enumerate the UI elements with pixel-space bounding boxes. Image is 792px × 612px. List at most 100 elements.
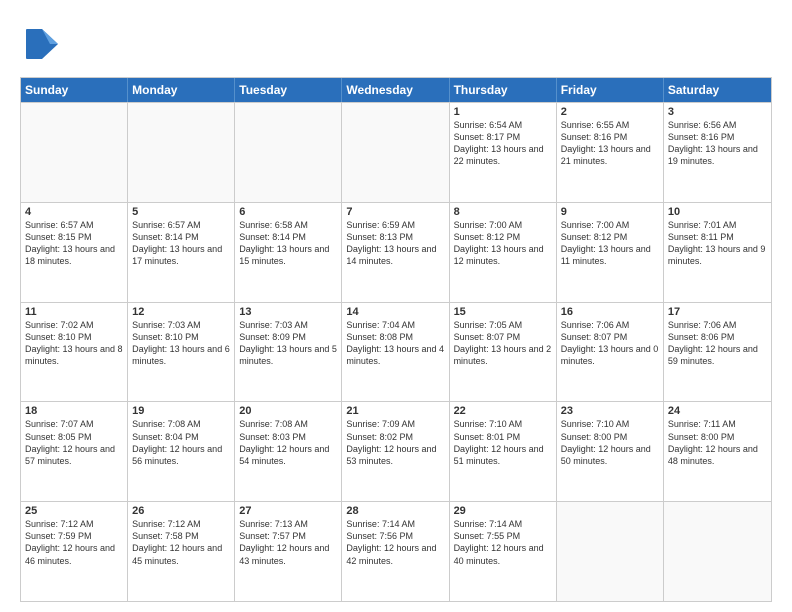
- cell-info: Sunrise: 6:54 AMSunset: 8:17 PMDaylight:…: [454, 119, 552, 168]
- day-cell-23: 23Sunrise: 7:10 AMSunset: 8:00 PMDayligh…: [557, 402, 664, 501]
- page: SundayMondayTuesdayWednesdayThursdayFrid…: [0, 0, 792, 612]
- cell-info: Sunrise: 6:57 AMSunset: 8:14 PMDaylight:…: [132, 219, 230, 268]
- cell-info: Sunrise: 6:56 AMSunset: 8:16 PMDaylight:…: [668, 119, 767, 168]
- day-header-monday: Monday: [128, 78, 235, 102]
- day-header-wednesday: Wednesday: [342, 78, 449, 102]
- logo: [20, 24, 62, 69]
- empty-cell: [664, 502, 771, 601]
- day-header-thursday: Thursday: [450, 78, 557, 102]
- cell-date-number: 8: [454, 206, 552, 218]
- day-cell-4: 4Sunrise: 6:57 AMSunset: 8:15 PMDaylight…: [21, 203, 128, 302]
- day-cell-1: 1Sunrise: 6:54 AMSunset: 8:17 PMDaylight…: [450, 103, 557, 202]
- day-cell-6: 6Sunrise: 6:58 AMSunset: 8:14 PMDaylight…: [235, 203, 342, 302]
- cell-date-number: 10: [668, 206, 767, 218]
- cell-date-number: 17: [668, 306, 767, 318]
- day-cell-27: 27Sunrise: 7:13 AMSunset: 7:57 PMDayligh…: [235, 502, 342, 601]
- cell-info: Sunrise: 7:05 AMSunset: 8:07 PMDaylight:…: [454, 319, 552, 368]
- cell-date-number: 1: [454, 106, 552, 118]
- header: [20, 20, 772, 69]
- day-cell-10: 10Sunrise: 7:01 AMSunset: 8:11 PMDayligh…: [664, 203, 771, 302]
- cell-info: Sunrise: 7:12 AMSunset: 7:59 PMDaylight:…: [25, 518, 123, 567]
- cell-info: Sunrise: 7:01 AMSunset: 8:11 PMDaylight:…: [668, 219, 767, 268]
- day-cell-21: 21Sunrise: 7:09 AMSunset: 8:02 PMDayligh…: [342, 402, 449, 501]
- day-cell-17: 17Sunrise: 7:06 AMSunset: 8:06 PMDayligh…: [664, 303, 771, 402]
- cell-date-number: 12: [132, 306, 230, 318]
- day-cell-11: 11Sunrise: 7:02 AMSunset: 8:10 PMDayligh…: [21, 303, 128, 402]
- empty-cell: [21, 103, 128, 202]
- cell-info: Sunrise: 7:06 AMSunset: 8:07 PMDaylight:…: [561, 319, 659, 368]
- day-cell-20: 20Sunrise: 7:08 AMSunset: 8:03 PMDayligh…: [235, 402, 342, 501]
- cell-info: Sunrise: 7:03 AMSunset: 8:09 PMDaylight:…: [239, 319, 337, 368]
- calendar-row-1: 4Sunrise: 6:57 AMSunset: 8:15 PMDaylight…: [21, 202, 771, 302]
- day-cell-29: 29Sunrise: 7:14 AMSunset: 7:55 PMDayligh…: [450, 502, 557, 601]
- cell-info: Sunrise: 7:10 AMSunset: 8:00 PMDaylight:…: [561, 418, 659, 467]
- cell-date-number: 29: [454, 505, 552, 517]
- cell-date-number: 5: [132, 206, 230, 218]
- cell-date-number: 28: [346, 505, 444, 517]
- cell-info: Sunrise: 6:55 AMSunset: 8:16 PMDaylight:…: [561, 119, 659, 168]
- cell-date-number: 27: [239, 505, 337, 517]
- day-cell-16: 16Sunrise: 7:06 AMSunset: 8:07 PMDayligh…: [557, 303, 664, 402]
- day-cell-8: 8Sunrise: 7:00 AMSunset: 8:12 PMDaylight…: [450, 203, 557, 302]
- cell-date-number: 11: [25, 306, 123, 318]
- cell-info: Sunrise: 6:57 AMSunset: 8:15 PMDaylight:…: [25, 219, 123, 268]
- cell-date-number: 16: [561, 306, 659, 318]
- day-cell-12: 12Sunrise: 7:03 AMSunset: 8:10 PMDayligh…: [128, 303, 235, 402]
- cell-date-number: 4: [25, 206, 123, 218]
- cell-date-number: 22: [454, 405, 552, 417]
- day-header-saturday: Saturday: [664, 78, 771, 102]
- logo-icon: [20, 24, 60, 64]
- cell-date-number: 6: [239, 206, 337, 218]
- cell-info: Sunrise: 7:08 AMSunset: 8:04 PMDaylight:…: [132, 418, 230, 467]
- cell-date-number: 15: [454, 306, 552, 318]
- empty-cell: [557, 502, 664, 601]
- cell-info: Sunrise: 7:03 AMSunset: 8:10 PMDaylight:…: [132, 319, 230, 368]
- cell-info: Sunrise: 7:13 AMSunset: 7:57 PMDaylight:…: [239, 518, 337, 567]
- calendar-row-2: 11Sunrise: 7:02 AMSunset: 8:10 PMDayligh…: [21, 302, 771, 402]
- cell-date-number: 13: [239, 306, 337, 318]
- day-cell-7: 7Sunrise: 6:59 AMSunset: 8:13 PMDaylight…: [342, 203, 449, 302]
- cell-info: Sunrise: 6:59 AMSunset: 8:13 PMDaylight:…: [346, 219, 444, 268]
- cell-date-number: 24: [668, 405, 767, 417]
- cell-info: Sunrise: 7:00 AMSunset: 8:12 PMDaylight:…: [454, 219, 552, 268]
- cell-info: Sunrise: 7:04 AMSunset: 8:08 PMDaylight:…: [346, 319, 444, 368]
- calendar: SundayMondayTuesdayWednesdayThursdayFrid…: [20, 77, 772, 602]
- day-cell-18: 18Sunrise: 7:07 AMSunset: 8:05 PMDayligh…: [21, 402, 128, 501]
- cell-date-number: 21: [346, 405, 444, 417]
- day-cell-5: 5Sunrise: 6:57 AMSunset: 8:14 PMDaylight…: [128, 203, 235, 302]
- cell-info: Sunrise: 7:12 AMSunset: 7:58 PMDaylight:…: [132, 518, 230, 567]
- cell-info: Sunrise: 7:07 AMSunset: 8:05 PMDaylight:…: [25, 418, 123, 467]
- cell-date-number: 26: [132, 505, 230, 517]
- day-cell-24: 24Sunrise: 7:11 AMSunset: 8:00 PMDayligh…: [664, 402, 771, 501]
- cell-info: Sunrise: 7:09 AMSunset: 8:02 PMDaylight:…: [346, 418, 444, 467]
- cell-info: Sunrise: 7:00 AMSunset: 8:12 PMDaylight:…: [561, 219, 659, 268]
- empty-cell: [128, 103, 235, 202]
- cell-date-number: 3: [668, 106, 767, 118]
- day-cell-25: 25Sunrise: 7:12 AMSunset: 7:59 PMDayligh…: [21, 502, 128, 601]
- cell-info: Sunrise: 7:06 AMSunset: 8:06 PMDaylight:…: [668, 319, 767, 368]
- day-cell-14: 14Sunrise: 7:04 AMSunset: 8:08 PMDayligh…: [342, 303, 449, 402]
- cell-info: Sunrise: 6:58 AMSunset: 8:14 PMDaylight:…: [239, 219, 337, 268]
- calendar-row-3: 18Sunrise: 7:07 AMSunset: 8:05 PMDayligh…: [21, 401, 771, 501]
- empty-cell: [235, 103, 342, 202]
- cell-date-number: 14: [346, 306, 444, 318]
- cell-info: Sunrise: 7:14 AMSunset: 7:55 PMDaylight:…: [454, 518, 552, 567]
- day-cell-19: 19Sunrise: 7:08 AMSunset: 8:04 PMDayligh…: [128, 402, 235, 501]
- day-cell-3: 3Sunrise: 6:56 AMSunset: 8:16 PMDaylight…: [664, 103, 771, 202]
- cell-info: Sunrise: 7:08 AMSunset: 8:03 PMDaylight:…: [239, 418, 337, 467]
- calendar-header: SundayMondayTuesdayWednesdayThursdayFrid…: [21, 78, 771, 102]
- cell-date-number: 2: [561, 106, 659, 118]
- cell-date-number: 23: [561, 405, 659, 417]
- cell-date-number: 7: [346, 206, 444, 218]
- calendar-body: 1Sunrise: 6:54 AMSunset: 8:17 PMDaylight…: [21, 102, 771, 601]
- day-header-tuesday: Tuesday: [235, 78, 342, 102]
- day-cell-9: 9Sunrise: 7:00 AMSunset: 8:12 PMDaylight…: [557, 203, 664, 302]
- day-cell-15: 15Sunrise: 7:05 AMSunset: 8:07 PMDayligh…: [450, 303, 557, 402]
- cell-info: Sunrise: 7:02 AMSunset: 8:10 PMDaylight:…: [25, 319, 123, 368]
- cell-date-number: 9: [561, 206, 659, 218]
- empty-cell: [342, 103, 449, 202]
- day-cell-26: 26Sunrise: 7:12 AMSunset: 7:58 PMDayligh…: [128, 502, 235, 601]
- cell-info: Sunrise: 7:10 AMSunset: 8:01 PMDaylight:…: [454, 418, 552, 467]
- cell-date-number: 25: [25, 505, 123, 517]
- cell-date-number: 19: [132, 405, 230, 417]
